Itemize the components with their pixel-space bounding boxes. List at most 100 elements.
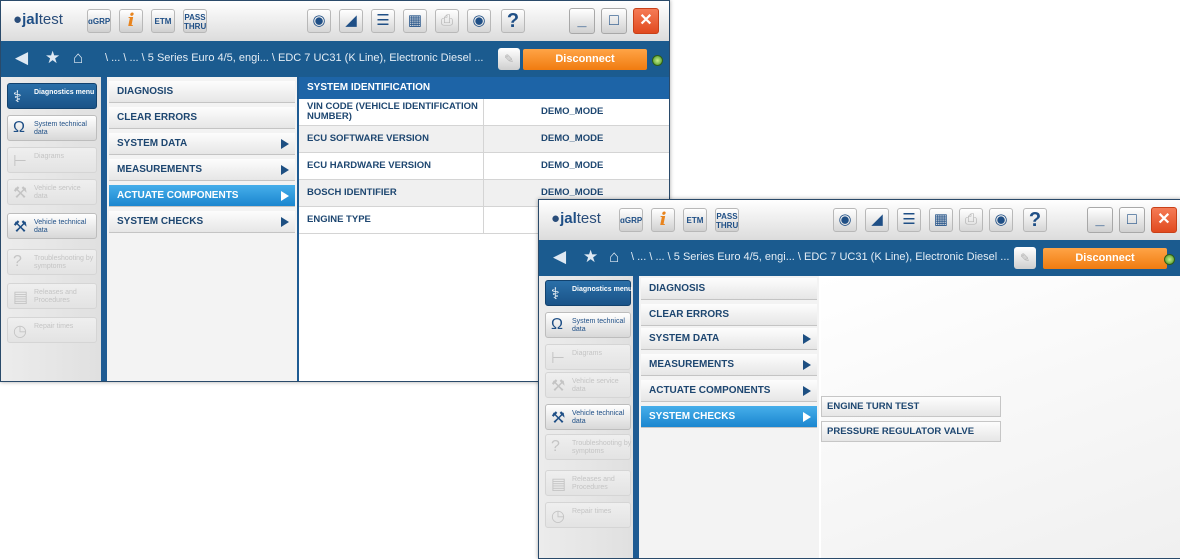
help-icon[interactable]: ? <box>1023 208 1047 232</box>
sidebar-item-repair-times[interactable]: ◷ Repair times <box>7 317 97 343</box>
sidebar-item-system-technical-data[interactable]: Ω System technical data <box>7 115 97 141</box>
close-button[interactable]: ✕ <box>1151 207 1177 233</box>
camera-icon[interactable]: ◉ <box>467 9 491 33</box>
info-button[interactable]: i <box>119 9 143 33</box>
diagnostics-menu: DIAGNOSIS CLEAR ERRORS SYSTEM DATA MEASU… <box>107 77 297 381</box>
grp-button[interactable]: ɑGRP <box>87 9 111 33</box>
sidebar-item-troubleshooting[interactable]: ? Troubleshooting by symptoms <box>7 249 97 275</box>
stethoscope-icon: ⚕ <box>551 286 560 303</box>
chevron-right-icon <box>281 217 289 227</box>
content-area <box>821 276 1180 558</box>
calendar-icon[interactable]: ▦ <box>929 208 953 232</box>
list-icon[interactable]: ☰ <box>897 208 921 232</box>
back-arrow-icon[interactable]: ◀ <box>15 48 28 68</box>
sidebar-item-vehicle-service-data[interactable]: ⚒ Vehicle service data <box>7 179 97 205</box>
diagnostics-window-front: ●jaltest ɑGRP i ETM PASS THRU ◉ ◢ ☰ ▦ ⎙ ◉… <box>538 199 1180 559</box>
connection-status-icon <box>1164 254 1175 265</box>
sidebar-item-vehicle-technical-data[interactable]: ⚒ Vehicle technical data <box>7 213 97 239</box>
minimize-button[interactable]: _ <box>1087 207 1113 233</box>
navigation-bar: ◀ ★ ⌂ \ ... \ ... \ 5 Series Euro 4/5, e… <box>1 41 669 77</box>
pass-thru-button[interactable]: PASS THRU <box>183 9 207 33</box>
pass-thru-button[interactable]: PASS THRU <box>715 208 739 232</box>
disconnect-button[interactable]: Disconnect <box>523 49 647 70</box>
row-label: ECU HARDWARE VERSION <box>307 160 432 171</box>
print-icon[interactable]: ⎙ <box>959 208 983 232</box>
print-icon[interactable]: ⎙ <box>435 9 459 33</box>
menu-item-measurements[interactable]: MEASUREMENTS <box>109 159 295 181</box>
list-icon[interactable]: ☰ <box>371 9 395 33</box>
etm-button[interactable]: ETM <box>683 208 707 232</box>
menu-item-clear-errors[interactable]: CLEAR ERRORS <box>109 107 295 129</box>
sidebar-item-troubleshooting[interactable]: ? Troubleshooting by symptoms <box>545 434 631 460</box>
maximize-button[interactable]: □ <box>601 8 627 34</box>
connector-icon[interactable]: ◢ <box>865 208 889 232</box>
globe-icon[interactable]: ◉ <box>307 9 331 33</box>
troubleshoot-icon: ? <box>551 438 560 455</box>
menu-item-clear-errors[interactable]: CLEAR ERRORS <box>641 304 817 326</box>
sidebar-item-vehicle-service-data[interactable]: ⚒ Vehicle service data <box>545 372 631 398</box>
table-row: ECU HARDWARE VERSION DEMO_MODE <box>299 153 669 180</box>
sidebar-item-system-technical-data[interactable]: Ω System technical data <box>545 312 631 338</box>
row-label: ECU SOFTWARE VERSION <box>307 133 429 144</box>
row-label: BOSCH IDENTIFIER <box>307 187 397 198</box>
clock-icon: ◷ <box>13 323 27 340</box>
sidebar-item-vehicle-technical-data[interactable]: ⚒ Vehicle technical data <box>545 404 631 430</box>
wrench-icon: ⚒ <box>13 185 28 202</box>
sidebar-item-diagrams[interactable]: ⊢ Diagrams <box>7 147 97 173</box>
help-icon[interactable]: ? <box>501 9 525 33</box>
sidebar-item-diagnostics-menu[interactable]: ⚕ Diagnostics menu <box>7 83 97 109</box>
edit-icon[interactable]: ✎ <box>1014 247 1036 269</box>
etm-button[interactable]: ETM <box>151 9 175 33</box>
sidebar-item-repair-times[interactable]: ◷ Repair times <box>545 502 631 528</box>
calendar-icon[interactable]: ▦ <box>403 9 427 33</box>
minimize-button[interactable]: _ <box>569 8 595 34</box>
home-icon[interactable]: ⌂ <box>609 247 619 267</box>
car-wrench-icon: ⚒ <box>551 410 566 427</box>
sidebar: ⚕ Diagnostics menu Ω System technical da… <box>539 276 633 558</box>
camera-icon[interactable]: ◉ <box>989 208 1013 232</box>
star-icon[interactable]: ★ <box>583 247 598 267</box>
table-row: VIN CODE (VEHICLE IDENTIFICATION NUMBER)… <box>299 99 669 126</box>
menu-item-measurements[interactable]: MEASUREMENTS <box>641 354 817 376</box>
submenu-item-pressure-regulator-valve[interactable]: PRESSURE REGULATOR VALVE <box>821 421 1001 442</box>
breadcrumb: \ ... \ ... \ 5 Series Euro 4/5, engi...… <box>631 251 1010 263</box>
sidebar-item-releases-procedures[interactable]: ▤ Releases and Procedures <box>545 470 631 496</box>
jaltest-logo: ●jaltest <box>13 11 63 28</box>
sidebar-item-diagnostics-menu[interactable]: ⚕ Diagnostics menu <box>545 280 632 306</box>
row-value: DEMO_MODE <box>541 160 604 171</box>
sidebar-item-releases-procedures[interactable]: ▤ Releases and Procedures <box>7 283 97 309</box>
document-icon: ▤ <box>551 476 567 493</box>
disconnect-button[interactable]: Disconnect <box>1043 248 1167 269</box>
star-icon[interactable]: ★ <box>45 48 60 68</box>
menu-item-actuate-components[interactable]: ACTUATE COMPONENTS <box>641 380 817 402</box>
edit-icon[interactable]: ✎ <box>498 48 520 70</box>
info-button[interactable]: i <box>651 208 675 232</box>
connector-icon[interactable]: ◢ <box>339 9 363 33</box>
menu-item-system-checks[interactable]: SYSTEM CHECKS <box>641 406 817 428</box>
table-row: ECU SOFTWARE VERSION DEMO_MODE <box>299 126 669 153</box>
sidebar-item-diagrams[interactable]: ⊢ Diagrams <box>545 344 631 370</box>
row-label: ENGINE TYPE <box>307 214 371 225</box>
menu-item-diagnosis[interactable]: DIAGNOSIS <box>109 81 295 103</box>
row-label: VIN CODE (VEHICLE IDENTIFICATION NUMBER) <box>307 101 478 122</box>
title-bar: ●jaltest ɑGRP i ETM PASS THRU ◉ ◢ ☰ ▦ ⎙ ◉… <box>539 200 1180 240</box>
submenu-item-engine-turn-test[interactable]: ENGINE TURN TEST <box>821 396 1001 417</box>
jaltest-logo: ●jaltest <box>551 210 601 227</box>
menu-item-actuate-components[interactable]: ACTUATE COMPONENTS <box>109 185 295 207</box>
menu-item-system-data[interactable]: SYSTEM DATA <box>109 133 295 155</box>
row-value: DEMO_MODE <box>541 133 604 144</box>
breadcrumb: \ ... \ ... \ 5 Series Euro 4/5, engi...… <box>105 52 484 64</box>
chevron-right-icon <box>281 191 289 201</box>
maximize-button[interactable]: □ <box>1119 207 1145 233</box>
menu-item-system-checks[interactable]: SYSTEM CHECKS <box>109 211 295 233</box>
menu-item-diagnosis[interactable]: DIAGNOSIS <box>641 278 817 300</box>
back-arrow-icon[interactable]: ◀ <box>553 247 566 267</box>
omega-icon: Ω <box>551 316 563 333</box>
wrench-icon: ⚒ <box>551 378 566 395</box>
close-button[interactable]: ✕ <box>633 8 659 34</box>
globe-icon[interactable]: ◉ <box>833 208 857 232</box>
grp-button[interactable]: ɑGRP <box>619 208 643 232</box>
menu-item-system-data[interactable]: SYSTEM DATA <box>641 328 817 350</box>
home-icon[interactable]: ⌂ <box>73 48 83 68</box>
chevron-right-icon <box>803 334 811 344</box>
